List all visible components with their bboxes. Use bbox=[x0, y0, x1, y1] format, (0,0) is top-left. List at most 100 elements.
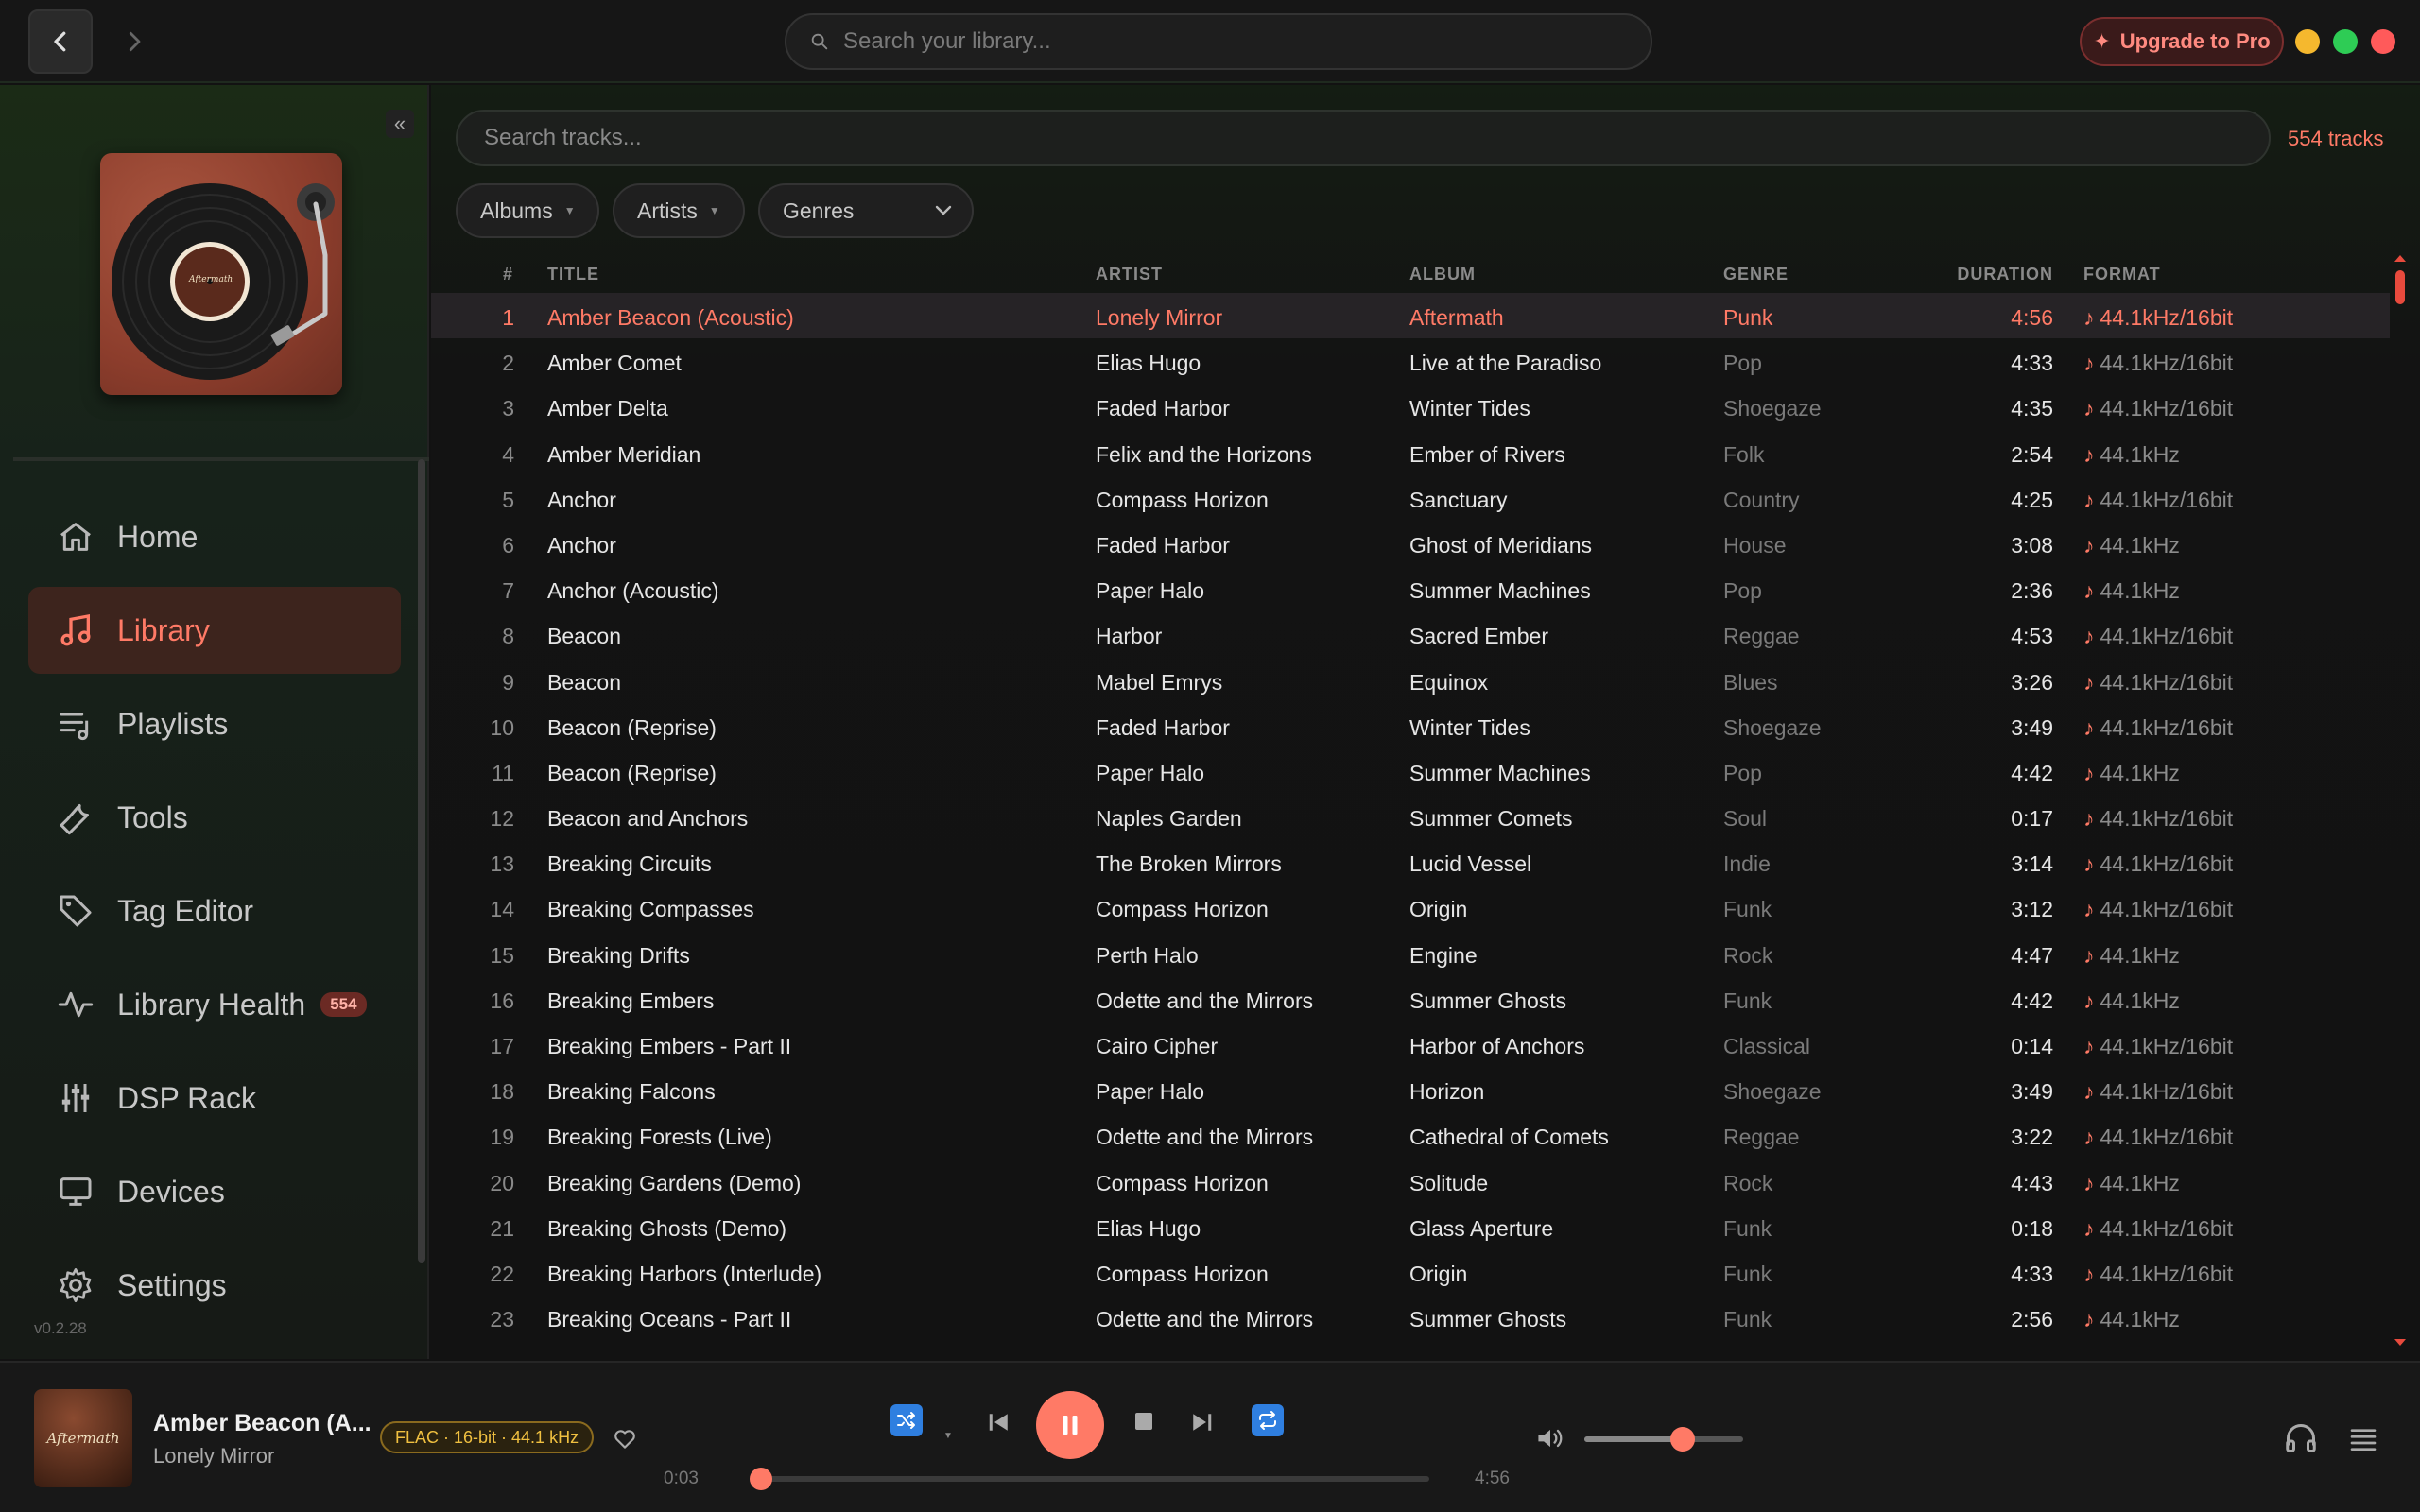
collapse-sidebar-button[interactable]: « bbox=[386, 110, 414, 138]
shuffle-mode-caret-icon[interactable]: ▼ bbox=[943, 1431, 953, 1441]
column-header-number[interactable]: # bbox=[503, 265, 513, 284]
sidebar-scrollbar[interactable] bbox=[418, 459, 425, 1263]
library-search-box[interactable] bbox=[785, 13, 1652, 70]
table-row[interactable]: 18 Breaking Falcons Paper Halo Horizon Shoeg… bbox=[431, 1067, 2390, 1112]
table-row[interactable]: 19 Breaking Forests (Live) Odette and the … bbox=[431, 1112, 2390, 1158]
stop-button[interactable] bbox=[1131, 1408, 1157, 1435]
now-playing-artist[interactable]: Lonely Mirror bbox=[153, 1444, 274, 1469]
table-row[interactable]: 1 Amber Beacon (Acoustic) Lonely Mirror Aft… bbox=[431, 293, 2390, 339]
close-window-button[interactable] bbox=[2371, 29, 2395, 54]
track-artist: Naples Garden bbox=[1096, 806, 1242, 832]
table-row[interactable]: 7 Anchor (Acoustic) Paper Halo Summer Machi… bbox=[431, 566, 2390, 611]
volume-slider[interactable] bbox=[1584, 1427, 1743, 1452]
maximize-window-button[interactable] bbox=[2333, 29, 2358, 54]
table-row[interactable]: 4 Amber Meridian Felix and the Horizons Emb… bbox=[431, 430, 2390, 475]
track-number: 17 bbox=[490, 1034, 514, 1058]
sidebar-item-dsp-rack[interactable]: DSP Rack bbox=[28, 1055, 401, 1142]
table-row[interactable]: 2 Amber Comet Elias Hugo Live at the Paradi… bbox=[431, 338, 2390, 384]
table-row[interactable]: 15 Breaking Drifts Perth Halo Engine Rock 4:4… bbox=[431, 931, 2390, 976]
now-playing-artwork[interactable]: Aftermath bbox=[34, 1389, 132, 1487]
track-search-box[interactable] bbox=[456, 110, 2271, 166]
track-genre: Funk bbox=[1723, 1215, 1772, 1241]
table-row[interactable]: 9 Beacon Mabel Emrys Equinox Blues 3:26 ♪ 44.1k… bbox=[431, 658, 2390, 703]
table-row[interactable]: 12 Beacon and Anchors Naples Garden Summer … bbox=[431, 794, 2390, 839]
track-genre: Rock bbox=[1723, 942, 1773, 968]
track-duration: 3:49 bbox=[2011, 714, 2053, 740]
table-row[interactable]: 23 Breaking Oceans - Part II Odette and th… bbox=[431, 1295, 2390, 1340]
next-track-button[interactable] bbox=[1185, 1406, 1218, 1438]
repeat-button[interactable] bbox=[1252, 1404, 1284, 1436]
track-format: ♪ 44.1kHz bbox=[2083, 1171, 2180, 1196]
sidebar-item-library[interactable]: Library bbox=[28, 587, 401, 674]
track-format: ♪ 44.1kHz/16bit bbox=[2083, 1079, 2233, 1105]
table-row[interactable]: 20 Breaking Gardens (Demo) Compass Horizon… bbox=[431, 1159, 2390, 1204]
sidebar-item-settings[interactable]: Settings bbox=[28, 1242, 401, 1329]
music-note-icon bbox=[60, 614, 91, 646]
track-album: Winter Tides bbox=[1409, 396, 1530, 421]
sidebar-item-home[interactable]: Home bbox=[28, 493, 401, 580]
column-header-artist[interactable]: ARTIST bbox=[1096, 265, 1163, 284]
albums-filter[interactable]: Albums ▼ bbox=[456, 183, 599, 238]
table-row[interactable]: 10 Beacon (Reprise) Faded Harbor Winter Tid… bbox=[431, 703, 2390, 748]
playlist-icon bbox=[60, 713, 89, 741]
table-row[interactable]: 3 Amber Delta Faded Harbor Winter Tides Shoe… bbox=[431, 384, 2390, 429]
track-format-text: 44.1kHz/16bit bbox=[2100, 624, 2234, 649]
volume-icon[interactable] bbox=[1535, 1425, 1565, 1452]
chevron-right-icon bbox=[129, 31, 141, 52]
track-format: ♪ 44.1kHz/16bit bbox=[2083, 488, 2233, 513]
track-genre: Shoegaze bbox=[1723, 1079, 1822, 1105]
table-row[interactable]: 11 Beacon (Reprise) Paper Halo Summer Machi… bbox=[431, 748, 2390, 794]
table-row[interactable]: 16 Breaking Embers Odette and the Mirrors S… bbox=[431, 976, 2390, 1022]
table-row[interactable]: 21 Breaking Ghosts (Demo) Elias Hugo Glass … bbox=[431, 1204, 2390, 1249]
queue-icon[interactable] bbox=[2348, 1425, 2378, 1453]
seek-bar-handle[interactable] bbox=[750, 1468, 773, 1490]
shuffle-button[interactable] bbox=[890, 1404, 923, 1436]
audio-format-badge: FLAC · 16-bit · 44.1 kHz bbox=[380, 1421, 595, 1453]
table-row[interactable]: 13 Breaking Circuits The Broken Mirrors Luc… bbox=[431, 839, 2390, 885]
library-main: 554 tracks Albums ▼ Artists ▼ Genres # T… bbox=[431, 85, 2420, 1359]
table-row[interactable]: 6 Anchor Faded Harbor Ghost of Meridians Hou… bbox=[431, 521, 2390, 566]
now-playing-title[interactable]: Amber Beacon (A... bbox=[153, 1410, 372, 1437]
headphones-icon[interactable] bbox=[2284, 1421, 2318, 1455]
table-row[interactable]: 14 Breaking Compasses Compass Horizon Origi… bbox=[431, 885, 2390, 930]
track-artist: Elias Hugo bbox=[1096, 1215, 1201, 1241]
caret-down-icon: ▼ bbox=[563, 204, 576, 217]
track-genre: Reggae bbox=[1723, 624, 1800, 649]
minimize-window-button[interactable] bbox=[2295, 29, 2320, 54]
heart-icon[interactable] bbox=[613, 1427, 637, 1452]
column-header-genre[interactable]: GENRE bbox=[1723, 265, 1789, 284]
genres-select[interactable]: Genres bbox=[758, 183, 974, 238]
table-scroll-thumb[interactable] bbox=[2395, 270, 2405, 304]
column-header-title[interactable]: TITLE bbox=[547, 265, 599, 284]
music-note-icon: ♪ bbox=[2083, 806, 2095, 832]
upgrade-button[interactable]: ✦ Upgrade to Pro bbox=[2080, 17, 2284, 66]
artists-filter[interactable]: Artists ▼ bbox=[613, 183, 745, 238]
previous-track-button[interactable] bbox=[983, 1406, 1015, 1438]
column-header-album[interactable]: ALBUM bbox=[1409, 265, 1476, 284]
table-scrollbar[interactable] bbox=[2390, 253, 2409, 1349]
back-button[interactable] bbox=[28, 9, 93, 74]
table-row[interactable]: 22 Breaking Harbors (Interlude) Compass Ho… bbox=[431, 1249, 2390, 1295]
track-genre: Pop bbox=[1723, 760, 1762, 785]
track-duration: 4:25 bbox=[2011, 487, 2053, 512]
music-note-icon: ♪ bbox=[2083, 1034, 2095, 1058]
table-row[interactable]: 5 Anchor Compass Horizon Sanctuary Country 4:… bbox=[431, 475, 2390, 521]
sidebar-item-tag-editor[interactable]: Tag Editor bbox=[28, 868, 401, 954]
sidebar-item-playlists[interactable]: Playlists bbox=[28, 680, 401, 767]
table-row[interactable]: 8 Beacon Harbor Sacred Ember Reggae 4:53 ♪ 44.1… bbox=[431, 611, 2390, 657]
column-header-duration[interactable]: DURATION bbox=[1953, 265, 2053, 284]
table-row[interactable]: 17 Breaking Embers - Part II Cairo Cipher H… bbox=[431, 1022, 2390, 1067]
seek-bar[interactable] bbox=[750, 1468, 1429, 1490]
track-search-input[interactable] bbox=[484, 125, 2186, 151]
column-header-format[interactable]: FORMAT bbox=[2083, 265, 2161, 284]
track-artist: Harbor bbox=[1096, 624, 1163, 649]
play-pause-button[interactable] bbox=[1036, 1391, 1104, 1459]
sidebar-item-devices[interactable]: Devices bbox=[28, 1148, 401, 1235]
volume-slider-handle[interactable] bbox=[1670, 1427, 1696, 1452]
track-title: Beacon (Reprise) bbox=[547, 714, 717, 740]
library-search-input[interactable] bbox=[843, 28, 1618, 55]
sidebar-item-tools[interactable]: Tools bbox=[28, 774, 401, 861]
sidebar-item-library-health[interactable]: Library Health 554 bbox=[28, 961, 401, 1048]
track-duration: 4:42 bbox=[2011, 988, 2053, 1013]
forward-button[interactable] bbox=[102, 9, 166, 74]
